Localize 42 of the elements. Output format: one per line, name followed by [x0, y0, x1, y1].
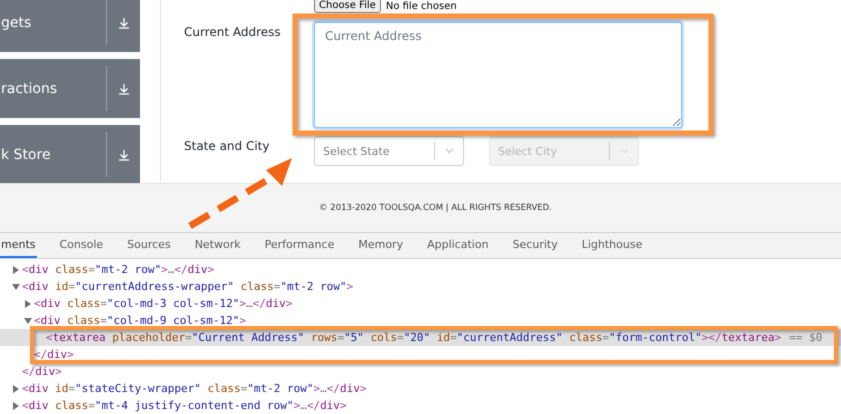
closing-tag-line: </div> [22, 364, 62, 378]
field-label: State and City [184, 138, 270, 153]
html-element-line[interactable]: <div id="currentAddress-wrapper" class="mt-2 row"> [22, 280, 354, 294]
console-reference: == $0 [789, 330, 822, 344]
collapsed-triangle-icon[interactable] [24, 300, 32, 308]
collapsed-triangle-icon[interactable] [12, 384, 20, 392]
download-icon [118, 148, 130, 160]
html-element-line[interactable]: <textarea placeholder="Current Address" rows="5" cols="20" id="currentAddress" class="form-control"></textarea> [46, 330, 782, 344]
menu-card[interactable]: k Store [0, 125, 140, 183]
devtools-tab[interactable]: Lighthouse [580, 233, 644, 258]
choose-file-button[interactable]: Choose File [314, 0, 381, 13]
devtools-tab[interactable]: ments [0, 233, 36, 258]
devtools-tab[interactable]: Application [426, 233, 490, 258]
menu-card[interactable]: gets [0, 0, 140, 52]
field-label: Current Address [184, 24, 282, 39]
chevron-down-icon [444, 148, 454, 154]
menu-card-label: ractions [0, 80, 58, 96]
devtools-tab[interactable]: Performance [264, 233, 336, 258]
file-status: No file chosen [386, 0, 457, 12]
copyright-text: © 2013-2020 TOOLSQA.COM | ALL RIGHTS RESERVED. [318, 203, 552, 213]
html-element-line[interactable]: <div id="stateCity-wrapper" class="mt-2 row">…</div> [22, 382, 366, 396]
closing-tag-line: </div> [34, 348, 74, 362]
html-element-line[interactable]: <div class="mt-2 row">…</div> [22, 262, 214, 276]
collapsed-triangle-icon[interactable] [12, 402, 20, 410]
download-icon [118, 82, 130, 94]
devtools-tab[interactable]: Network [194, 233, 242, 258]
devtools-tab[interactable]: Security [512, 233, 559, 258]
expanded-triangle-icon[interactable] [12, 282, 20, 290]
dropdown-select[interactable]: Select State [314, 136, 464, 166]
collapsed-triangle-icon[interactable] [12, 266, 20, 274]
menu-card[interactable]: ractions [0, 59, 140, 118]
devtools-tab[interactable]: Console [58, 233, 104, 258]
expanded-triangle-icon[interactable] [24, 316, 32, 324]
download-icon [118, 16, 130, 28]
html-element-line[interactable]: <div class="col-md-3 col-sm-12">…</div> [34, 296, 292, 310]
menu-card-label: gets [0, 14, 32, 30]
html-element-line[interactable]: <div class="col-md-9 col-sm-12"> [34, 314, 246, 328]
menu-card-label: k Store [0, 146, 52, 162]
html-element-line[interactable]: <div class="mt-4 justify-content-end row">…</div> [22, 398, 347, 412]
devtools-tab[interactable]: Memory [357, 233, 404, 258]
devtools-tab[interactable]: Sources [126, 233, 172, 258]
address-textarea[interactable]: Current Address [314, 22, 682, 128]
